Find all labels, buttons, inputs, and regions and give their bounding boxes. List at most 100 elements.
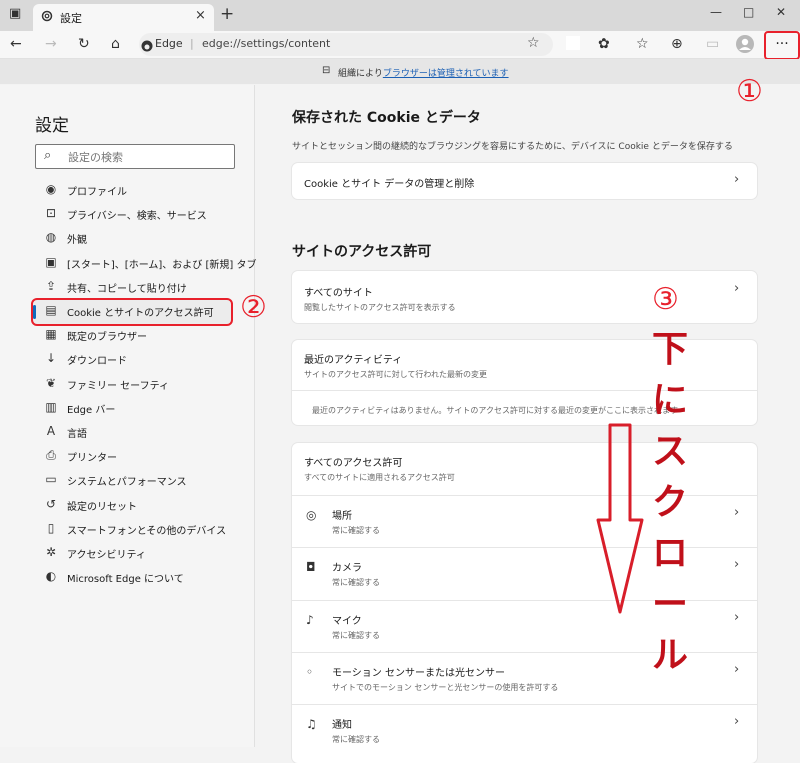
all-permissions-sub: すべてのサイトに適用されるアクセス許可 (304, 473, 455, 482)
search-input[interactable] (66, 147, 230, 167)
edge-logo-icon (141, 37, 153, 56)
forward-icon[interactable]: → (45, 36, 57, 52)
managed-link[interactable]: ブラウザーは管理されています (383, 69, 509, 79)
briefcase-icon: ⊟ (322, 65, 331, 76)
browser-icon: ▦ (45, 327, 57, 342)
sidebar-item-15[interactable]: ✲ アクセシビリティ (33, 542, 233, 564)
sidebar-item-2[interactable]: ◍ 外観 (33, 227, 233, 249)
permission-sub: 常に確認する (332, 735, 380, 745)
sidebar-item-label: プリンター (67, 453, 117, 465)
microphone-icon: ♪ (306, 612, 314, 627)
close-window-button[interactable]: ✕ (776, 5, 786, 19)
sidebar-item-9[interactable]: ▥ Edge バー (33, 397, 233, 419)
sidebar-item-label: 外観 (67, 235, 87, 247)
search-icon: ⌕ (44, 148, 52, 163)
sidebar-item-3[interactable]: ▣ [スタート]、[ホーム]、および [新規] タブ (33, 252, 256, 274)
bell-icon: ♫ (306, 717, 317, 732)
all-sites-row[interactable]: すべてのサイト 閲覧したサイトのアクセス許可を表示する › (292, 271, 757, 323)
accessibility-icon: ✲ (45, 545, 57, 559)
sidebar-item-8[interactable]: ❦ ファミリー セーフティ (33, 373, 233, 395)
avatar[interactable] (736, 35, 754, 57)
cookies-section-title: 保存された Cookie とデータ (292, 110, 481, 126)
sidebar-item-label: 言語 (67, 429, 87, 440)
sidebar-item-label: ダウンロード (67, 356, 127, 368)
annotation-scroll-char: 下 (652, 328, 689, 370)
sidebar-item-1[interactable]: ⊡ プライバシー、検索、サービス (33, 203, 233, 225)
sidebar-item-11[interactable]: ⎙ プリンター (33, 445, 233, 467)
chevron-right-icon: › (734, 172, 740, 187)
printer-icon: ⎙ (46, 448, 56, 463)
back-icon[interactable]: ← (10, 36, 22, 52)
address-url[interactable]: edge://settings/content (202, 37, 330, 50)
download-icon: ↓ (45, 351, 57, 366)
permission-title: 通知 (332, 720, 352, 732)
manage-cookies-row[interactable]: Cookie とサイト データの管理と削除 › (292, 163, 757, 199)
chevron-right-icon: › (734, 609, 740, 625)
chevron-right-icon: › (734, 505, 740, 520)
more-menu-button[interactable]: ··· (764, 31, 800, 60)
annotation-scroll-char: ル (652, 634, 689, 676)
extension-icon[interactable] (566, 36, 580, 50)
home-icon[interactable]: ⌂ (111, 36, 120, 52)
permission-title: マイク (332, 615, 362, 627)
permission-title: カメラ (332, 563, 362, 575)
sidebar-item-5[interactable]: ▤ Cookie とサイトのアクセス許可 (31, 298, 233, 326)
annotation-scroll-char: ク (652, 481, 689, 523)
managed-prefix: 組織により (338, 69, 383, 79)
sidebar-item-13[interactable]: ↺ 設定のリセット (33, 494, 233, 516)
phone-icon: ▯ (47, 520, 55, 535)
camera-icon: ◘ (306, 560, 316, 575)
sidebar-item-7[interactable]: ↓ ダウンロード (33, 348, 233, 370)
sidebar-item-12[interactable]: ▭ システムとパフォーマンス (33, 469, 233, 491)
app-icon[interactable]: ▭ (706, 36, 719, 52)
close-tab-icon[interactable]: × (195, 8, 206, 23)
sidebar-item-label: Cookie とサイトのアクセス許可 (67, 308, 214, 319)
collections-icon[interactable]: ⊕ (671, 36, 683, 52)
sidebar-item-6[interactable]: ▦ 既定のブラウザー (33, 324, 233, 346)
sidebar-title: 設定 (35, 116, 69, 136)
annotation-scroll-char: ロ (652, 532, 689, 574)
extensions-icon[interactable]: ✿ (598, 36, 610, 52)
edge-logo-icon: ◐ (45, 569, 57, 584)
permission-sub: 常に確認する (332, 630, 380, 640)
share-icon: ⇪ (45, 278, 57, 293)
annotation-scroll-char: ス (652, 430, 689, 472)
sidebar-item-label: プライバシー、検索、サービス (67, 211, 207, 223)
sensor-icon: ◦ (306, 664, 314, 679)
permission-sub: 常に確認する (332, 526, 380, 535)
sidebar-item-4[interactable]: ⇪ 共有、コピーして貼り付け (33, 276, 233, 298)
sidebar-item-0[interactable]: ◉ プロファイル (33, 179, 233, 201)
sidebar-item-16[interactable]: ◐ Microsoft Edge について (33, 566, 233, 588)
favorite-add-icon[interactable]: ☆ (527, 35, 540, 51)
tab-settings[interactable]: 設定 × (33, 4, 214, 31)
sidebar-item-10[interactable]: A 言語 (33, 421, 233, 443)
tab-title: 設定 (60, 12, 82, 25)
browser-toolbar: ← → ↻ ⌂ Edge | edge://settings/content ☆… (0, 31, 800, 60)
all-sites-title: すべてのサイト (304, 288, 373, 299)
sidebar-item-label: 既定のブラウザー (67, 332, 147, 344)
permission-row[interactable]: ♫ 通知 常に確認する › (292, 705, 757, 756)
language-icon: A (46, 424, 56, 438)
cookie-icon: ▤ (45, 303, 57, 317)
chevron-right-icon: › (734, 557, 740, 573)
settings-search[interactable]: ⌕ (35, 144, 235, 169)
gear-icon (40, 8, 54, 27)
recent-activity-sub: サイトのアクセス許可に対して行われた最新の変更 (304, 370, 487, 379)
address-bar[interactable]: Edge | edge://settings/content ☆ (139, 33, 553, 56)
lock-icon: ⊡ (45, 206, 57, 221)
minimize-button[interactable]: — (710, 5, 722, 19)
favorites-icon[interactable]: ☆ (636, 36, 649, 52)
address-source-label: Edge (155, 37, 183, 50)
maximize-button[interactable]: □ (743, 5, 754, 19)
sidebar-item-14[interactable]: ▯ スマートフォンとその他のデバイス (33, 518, 233, 540)
sidebar-item-label: スマートフォンとその他のデバイス (67, 525, 227, 537)
sidebar-item-label: システムとパフォーマンス (67, 477, 187, 489)
annotation-step-1: ① (736, 74, 763, 109)
annotation-scroll-char: に (652, 379, 689, 421)
recent-activity-empty: 最近のアクティビティはありません。サイトのアクセス許可に対する最近の変更がここに… (312, 406, 678, 415)
new-tab-button[interactable]: + (220, 4, 234, 24)
tab-actions-icon[interactable]: ▣ (9, 6, 21, 21)
all-permissions-title: すべてのアクセス許可 (304, 458, 403, 469)
refresh-icon[interactable]: ↻ (78, 36, 90, 52)
sidebar-item-label: Microsoft Edge について (67, 574, 184, 586)
